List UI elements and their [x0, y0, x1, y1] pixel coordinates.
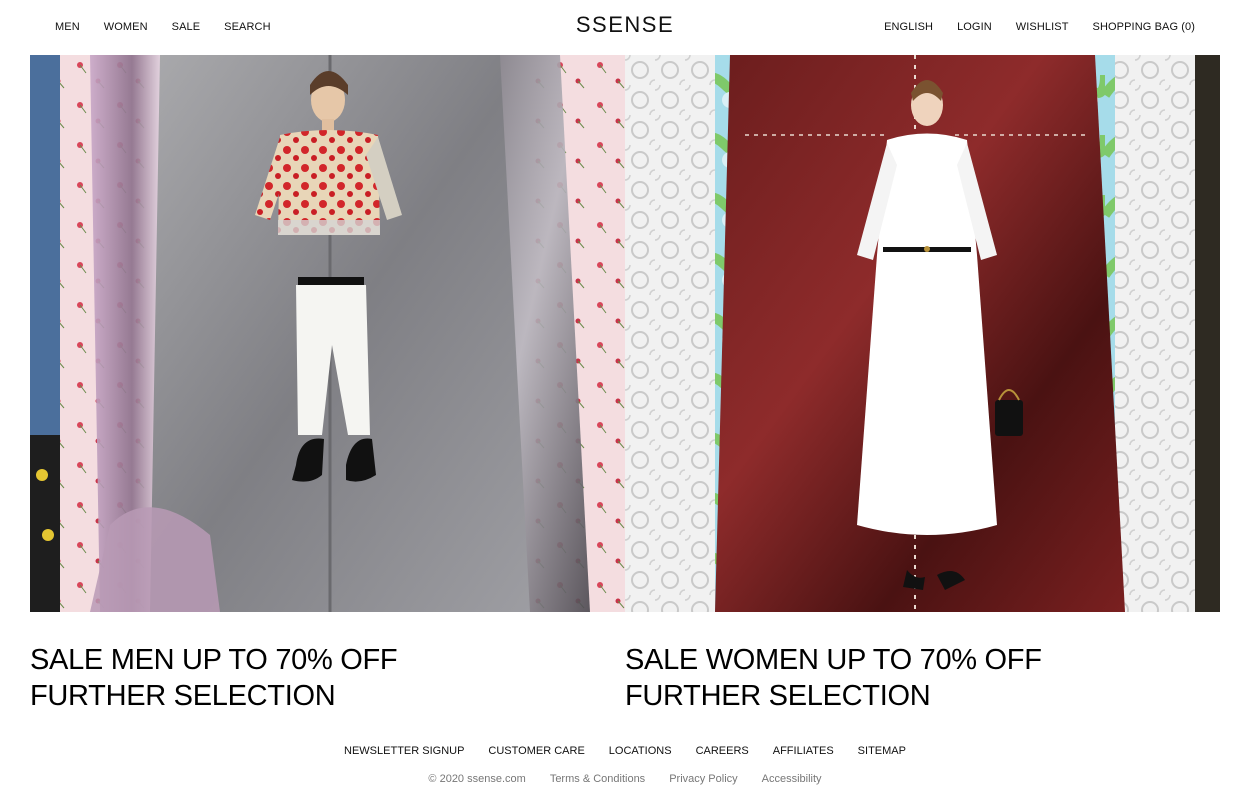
privacy-policy-link[interactable]: Privacy Policy — [669, 773, 737, 785]
shopping-bag-link[interactable]: SHOPPING BAG (0) — [1093, 21, 1195, 33]
women-sale-subheadline: FURTHER SELECTION — [625, 680, 931, 712]
login-link[interactable]: LOGIN — [957, 21, 992, 33]
wishlist-link[interactable]: WISHLIST — [1016, 21, 1069, 33]
men-campaign-photo — [30, 55, 625, 612]
copyright-text: © 2020 ssense.com — [428, 773, 526, 785]
women-sale-headline: SALE WOMEN UP TO 70% OFF — [625, 644, 1042, 676]
women-sale-image[interactable] — [625, 55, 1220, 612]
men-sale-subheadline: FURTHER SELECTION — [30, 680, 336, 712]
women-sale-caption[interactable]: SALE WOMEN UP TO 70% OFF FURTHER SELECTI… — [625, 642, 1185, 714]
women-campaign-photo — [625, 55, 1220, 612]
locations-link[interactable]: LOCATIONS — [609, 745, 672, 757]
footer-nav: NEWSLETTER SIGNUP CUSTOMER CARE LOCATION… — [0, 745, 1250, 757]
language-link[interactable]: ENGLISH — [884, 21, 933, 33]
sitemap-link[interactable]: SITEMAP — [858, 745, 906, 757]
newsletter-signup-link[interactable]: NEWSLETTER SIGNUP — [344, 745, 464, 757]
hero-banner — [30, 55, 1220, 612]
accessibility-link[interactable]: Accessibility — [762, 773, 822, 785]
site-header: MEN WOMEN SALE SEARCH SSENSE ENGLISH LOG… — [0, 0, 1250, 55]
terms-link[interactable]: Terms & Conditions — [550, 773, 645, 785]
footer-legal: © 2020 ssense.com Terms & Conditions Pri… — [0, 773, 1250, 785]
affiliates-link[interactable]: AFFILIATES — [773, 745, 834, 757]
men-sale-headline: SALE MEN UP TO 70% OFF — [30, 644, 398, 676]
account-nav: ENGLISH LOGIN WISHLIST SHOPPING BAG (0) — [884, 21, 1195, 33]
men-sale-image[interactable] — [30, 55, 625, 612]
customer-care-link[interactable]: CUSTOMER CARE — [488, 745, 584, 757]
men-sale-caption[interactable]: SALE MEN UP TO 70% OFF FURTHER SELECTION — [30, 642, 590, 714]
careers-link[interactable]: CAREERS — [696, 745, 749, 757]
